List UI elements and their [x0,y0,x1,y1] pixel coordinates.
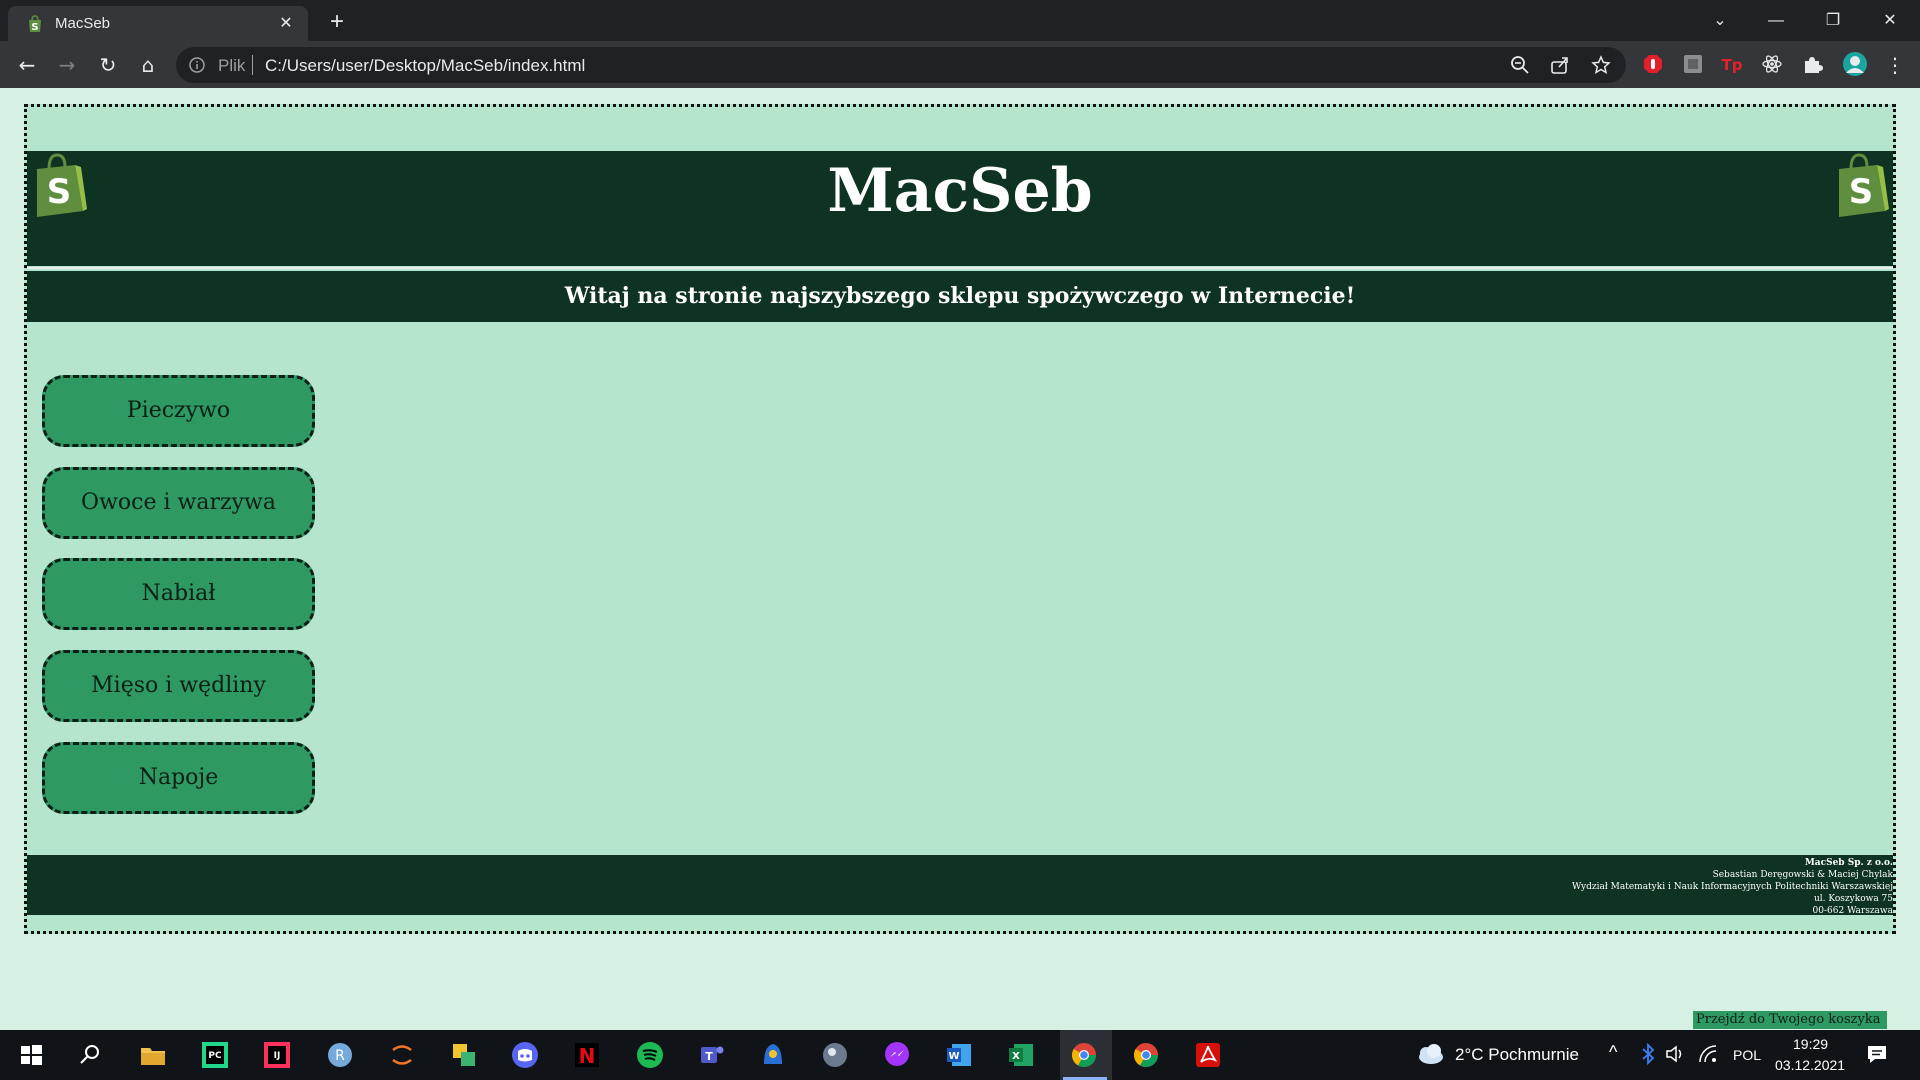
bookmark-star-icon[interactable] [1591,55,1611,75]
shopify-logo-icon: S [1839,153,1889,217]
tools-app-icon[interactable] [449,1040,479,1070]
svg-text:IJ: IJ [274,1051,281,1061]
welcome-message: Witaj na stronie najszybszego sklepu spo… [564,283,1356,309]
home-button[interactable]: ⌂ [133,50,163,80]
forward-button[interactable]: → [52,50,82,80]
profile-avatar[interactable] [1842,51,1868,77]
header-divider [27,267,1893,269]
browser-tab-bar: S MacSeb ✕ + ⌄ — ❐ ✕ [0,0,1920,41]
url-text[interactable]: C:/Users/user/Desktop/MacSeb/index.html [265,56,585,76]
svg-text:X: X [1012,1051,1020,1062]
close-tab-icon[interactable]: ✕ [274,11,298,35]
svg-text:T: T [705,1050,713,1063]
browser-toolbar: ← → ↻ ⌂ Plik C:/Users/user/Desktop/MacSe… [0,41,1920,88]
extension-gray-icon[interactable] [1682,53,1704,75]
extensions-puzzle-icon[interactable] [1801,53,1823,75]
shopify-bag-icon: S [29,15,41,33]
messenger-icon[interactable] [882,1040,912,1070]
language-indicator[interactable]: POL [1733,1047,1761,1063]
spotify-icon[interactable] [635,1040,665,1070]
cloud-weather-icon [1419,1044,1443,1064]
welcome-bar: Witaj na stronie najszybszego sklepu spo… [27,271,1893,322]
browser-menu-icon[interactable]: ⋮ [1880,50,1910,80]
svg-text:S: S [1849,172,1874,212]
info-icon[interactable] [188,56,206,74]
address-bar[interactable]: Plik C:/Users/user/Desktop/MacSeb/index.… [176,47,1626,83]
jupyter-icon[interactable] [387,1040,417,1070]
scheme-label: Plik [218,56,246,75]
volume-icon[interactable] [1664,1043,1686,1065]
chrome-profile-icon[interactable] [1131,1040,1161,1070]
tab-title: MacSeb [55,15,111,32]
intellij-icon[interactable]: IJ [262,1040,292,1070]
reload-button[interactable]: ↻ [93,50,123,80]
svg-text:N: N [579,1044,596,1068]
steam-ball-icon[interactable] [820,1040,850,1070]
back-button[interactable]: ← [12,50,42,80]
svg-text:W: W [948,1051,959,1062]
pycharm-icon[interactable]: PC [200,1040,230,1070]
svg-text:PC: PC [208,1051,222,1061]
chrome-icon[interactable] [1069,1040,1099,1070]
site-footer: MacSeb Sp. z o.o. Sebastian Deręgowski &… [27,855,1893,917]
category-button-pieczywo[interactable]: Pieczywo [42,375,315,447]
share-icon[interactable] [1550,55,1570,75]
word-icon[interactable]: W [944,1040,974,1070]
footer-authors: Sebastian Deręgowski & Maciej Chylak [1712,870,1893,880]
excel-icon[interactable]: X [1006,1040,1036,1070]
weather-text[interactable]: 2°C Pochmurnie [1455,1045,1579,1065]
site-container: S MacSeb S Witaj na stronie najszybszego… [24,104,1896,934]
adblock-icon[interactable] [1642,53,1664,75]
wifi-icon[interactable] [1698,1044,1718,1064]
notifications-icon[interactable] [1865,1042,1889,1066]
footer-faculty: Wydział Matematyki i Nauk Informacyjnych… [1571,882,1893,892]
file-explorer-icon[interactable] [138,1040,168,1070]
chevron-up-icon[interactable]: ^ [1609,1042,1617,1063]
footer-company: MacSeb Sp. z o.o. [1804,858,1893,868]
tp-extension-icon[interactable]: Tp [1721,53,1743,75]
game-launcher-icon[interactable] [758,1040,788,1070]
windows-start-icon[interactable] [16,1040,46,1070]
netflix-icon[interactable]: N [572,1040,602,1070]
footer-street: ul. Koszykowa 75 [1814,894,1893,904]
clock-time[interactable]: 19:29 [1793,1036,1828,1052]
footer-city: 00-662 Warszawa [1812,906,1893,916]
windows-taskbar: PC IJ R N T W X 2°C Pochmurnie ^ POL 19:… [0,1030,1920,1080]
category-button-mieso-i-wedliny[interactable]: Mięso i wędliny [42,650,315,722]
search-icon[interactable] [75,1040,105,1070]
bluetooth-icon[interactable] [1640,1043,1656,1065]
svg-text:R: R [335,1048,345,1064]
r-language-icon[interactable]: R [325,1040,355,1070]
close-window-button[interactable]: ✕ [1872,6,1908,36]
svg-text:Tp: Tp [1722,56,1743,74]
clock-date[interactable]: 03.12.2021 [1775,1057,1845,1073]
discord-icon[interactable] [510,1040,540,1070]
footer-address: MacSeb Sp. z o.o. Sebastian Deręgowski &… [1572,857,1893,917]
page-viewport: S MacSeb S Witaj na stronie najszybszego… [0,88,1920,1030]
site-header: S MacSeb S [27,151,1893,266]
cart-link[interactable]: Przejdź do Twojego koszyka [1693,1011,1887,1029]
restore-button[interactable]: ❐ [1815,6,1851,36]
tab-search-icon[interactable]: ⌄ [1702,6,1738,36]
site-title: MacSeb [827,156,1093,226]
new-tab-button[interactable]: + [323,8,351,36]
zoom-icon[interactable] [1510,55,1530,75]
category-button-owoce-i-warzywa[interactable]: Owoce i warzywa [42,467,315,539]
acrobat-icon[interactable] [1193,1040,1223,1070]
react-devtools-icon[interactable] [1761,53,1783,75]
omnibox-divider [252,55,253,75]
browser-tab[interactable]: S MacSeb ✕ [8,6,308,41]
svg-text:S: S [31,22,38,33]
teams-icon[interactable]: T [697,1040,727,1070]
category-button-napoje[interactable]: Napoje [42,742,315,814]
category-button-nabial[interactable]: Nabiał [42,558,315,630]
minimize-button[interactable]: — [1758,6,1794,36]
